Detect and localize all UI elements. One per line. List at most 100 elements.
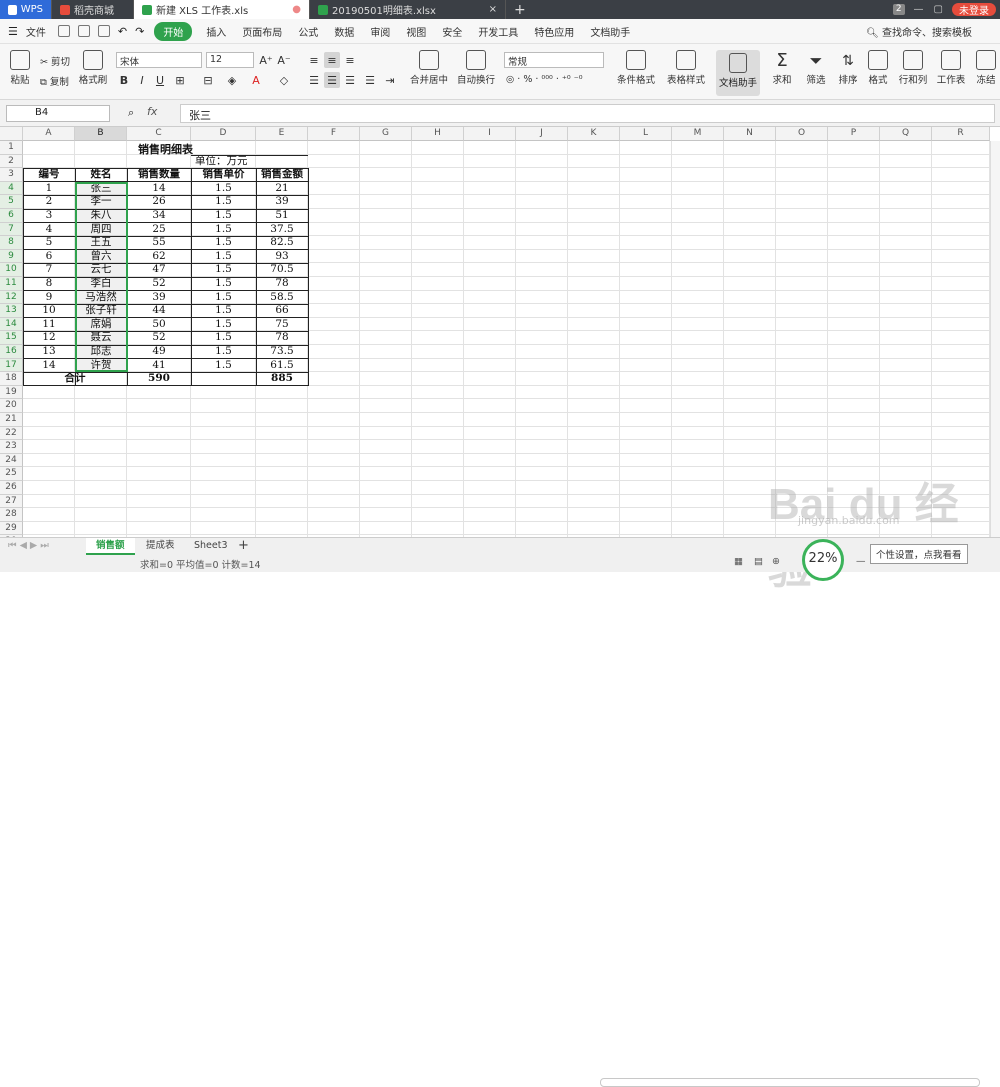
underline-icon[interactable]: U: [152, 72, 168, 88]
column-header[interactable]: B: [75, 127, 127, 141]
data-cell[interactable]: 14: [23, 359, 75, 373]
justify-icon[interactable]: ☰: [362, 72, 378, 88]
new-tab-button[interactable]: +: [506, 0, 534, 19]
align-middle-icon[interactable]: ≡: [324, 52, 340, 68]
clear-format-icon[interactable]: ◇: [276, 72, 292, 88]
row-col-button[interactable]: 行和列: [896, 48, 930, 86]
cell-selection[interactable]: [75, 181, 128, 373]
column-header[interactable]: O: [776, 127, 828, 141]
window-count-badge[interactable]: 2: [892, 4, 905, 15]
data-cell[interactable]: 1.5: [191, 263, 256, 277]
column-header[interactable]: K: [568, 127, 620, 141]
row-header[interactable]: 18: [0, 372, 23, 386]
reading-mode-icon[interactable]: ⊕: [772, 556, 780, 567]
column-header[interactable]: N: [724, 127, 776, 141]
column-header[interactable]: A: [23, 127, 75, 141]
menu-insert[interactable]: 插入: [198, 24, 234, 39]
data-cell[interactable]: 37.5: [256, 223, 308, 237]
row-header[interactable]: 10: [0, 263, 23, 277]
column-header[interactable]: P: [828, 127, 880, 141]
merge-border-icon[interactable]: ⊟: [200, 72, 216, 88]
data-cell[interactable]: 61.5: [256, 359, 308, 373]
row-header[interactable]: 23: [0, 440, 23, 454]
total-qty[interactable]: 590: [127, 372, 191, 386]
formula-input[interactable]: 张三: [180, 104, 995, 123]
sheet-tab-sales[interactable]: 销售额: [86, 538, 135, 555]
fill-color-icon[interactable]: ◈: [224, 72, 240, 88]
maximize-icon[interactable]: ▢: [929, 0, 948, 19]
column-header[interactable]: Q: [880, 127, 932, 141]
header-cell[interactable]: 销售数量: [127, 168, 191, 182]
doc-assist-button[interactable]: 文档助手: [716, 50, 760, 96]
data-cell[interactable]: 12: [23, 331, 75, 345]
data-cell[interactable]: 1.5: [191, 359, 256, 373]
merge-center-button[interactable]: 合并居中: [406, 48, 452, 86]
data-cell[interactable]: 73.5: [256, 345, 308, 359]
data-cell[interactable]: 55: [127, 236, 191, 250]
data-cell[interactable]: 14: [127, 182, 191, 196]
fx-icon[interactable]: fx: [147, 105, 157, 118]
data-cell[interactable]: 52: [127, 331, 191, 345]
close-icon[interactable]: ×: [489, 4, 497, 15]
conditional-format-button[interactable]: 条件格式: [614, 48, 658, 86]
data-cell[interactable]: 58.5: [256, 291, 308, 305]
row-header[interactable]: 25: [0, 467, 23, 481]
column-header[interactable]: G: [360, 127, 412, 141]
data-cell[interactable]: 7: [23, 263, 75, 277]
copy-button[interactable]: ⧉ 复制: [40, 74, 69, 88]
freeze-button[interactable]: 冻结: [972, 48, 1000, 86]
total-amount[interactable]: 885: [256, 372, 308, 386]
data-cell[interactable]: 49: [127, 345, 191, 359]
sheet-tab-commission[interactable]: 提成表: [136, 538, 185, 555]
number-format-buttons[interactable]: ◎ · % · ⁰⁰⁰ · ⁺⁰ ⁻⁰: [506, 74, 583, 85]
row-header[interactable]: 29: [0, 521, 23, 536]
filter-button[interactable]: ⏷ 筛选: [802, 48, 830, 86]
data-cell[interactable]: 62: [127, 250, 191, 264]
row-header[interactable]: 5: [0, 195, 23, 209]
row-header[interactable]: 7: [0, 222, 23, 237]
row-header[interactable]: 20: [0, 399, 23, 413]
row-header[interactable]: 1: [0, 141, 23, 155]
data-cell[interactable]: 70.5: [256, 263, 308, 277]
header-cell[interactable]: 编号: [23, 168, 75, 182]
data-cell[interactable]: 26: [127, 195, 191, 209]
row-header[interactable]: 11: [0, 277, 23, 291]
row-header[interactable]: 24: [0, 453, 23, 468]
tab-wps[interactable]: WPS: [0, 0, 52, 19]
data-cell[interactable]: 1.5: [191, 277, 256, 291]
worksheet-button[interactable]: 工作表: [934, 48, 968, 86]
data-cell[interactable]: 1.5: [191, 291, 256, 305]
login-button[interactable]: 未登录: [952, 3, 996, 17]
row-header[interactable]: 17: [0, 358, 23, 373]
menu-developer[interactable]: 开发工具: [470, 24, 526, 39]
column-header[interactable]: E: [256, 127, 308, 141]
row-header[interactable]: 19: [0, 385, 23, 400]
data-cell[interactable]: 44: [127, 304, 191, 318]
paste-button[interactable]: 粘贴: [6, 48, 34, 86]
data-cell[interactable]: 39: [256, 195, 308, 209]
column-header[interactable]: D: [191, 127, 256, 141]
row-header[interactable]: 9: [0, 249, 23, 264]
data-cell[interactable]: 5: [23, 236, 75, 250]
header-cell[interactable]: 销售金额: [256, 168, 308, 182]
data-cell[interactable]: 78: [256, 277, 308, 291]
column-header[interactable]: M: [672, 127, 724, 141]
page-view-icon[interactable]: ▤: [754, 556, 763, 567]
normal-view-icon[interactable]: ▦: [734, 556, 743, 567]
zoom-find-icon[interactable]: ⌕: [128, 106, 134, 120]
align-center-icon[interactable]: ☰: [324, 72, 340, 88]
data-cell[interactable]: 21: [256, 182, 308, 196]
tab-active-file[interactable]: 新建 XLS 工作表.xls ●: [134, 0, 310, 19]
column-header[interactable]: C: [127, 127, 191, 141]
data-cell[interactable]: 4: [23, 223, 75, 237]
row-header[interactable]: 3: [0, 168, 23, 182]
data-cell[interactable]: 50: [127, 318, 191, 332]
font-size-select[interactable]: 12: [206, 52, 254, 68]
data-cell[interactable]: 66: [256, 304, 308, 318]
row-header[interactable]: 28: [0, 508, 23, 522]
menu-data[interactable]: 数据: [326, 24, 362, 39]
number-format-select[interactable]: 常规: [504, 52, 604, 68]
personalize-tooltip[interactable]: 个性设置，点我看看: [870, 544, 968, 564]
column-header[interactable]: H: [412, 127, 464, 141]
row-header[interactable]: 4: [0, 181, 23, 196]
